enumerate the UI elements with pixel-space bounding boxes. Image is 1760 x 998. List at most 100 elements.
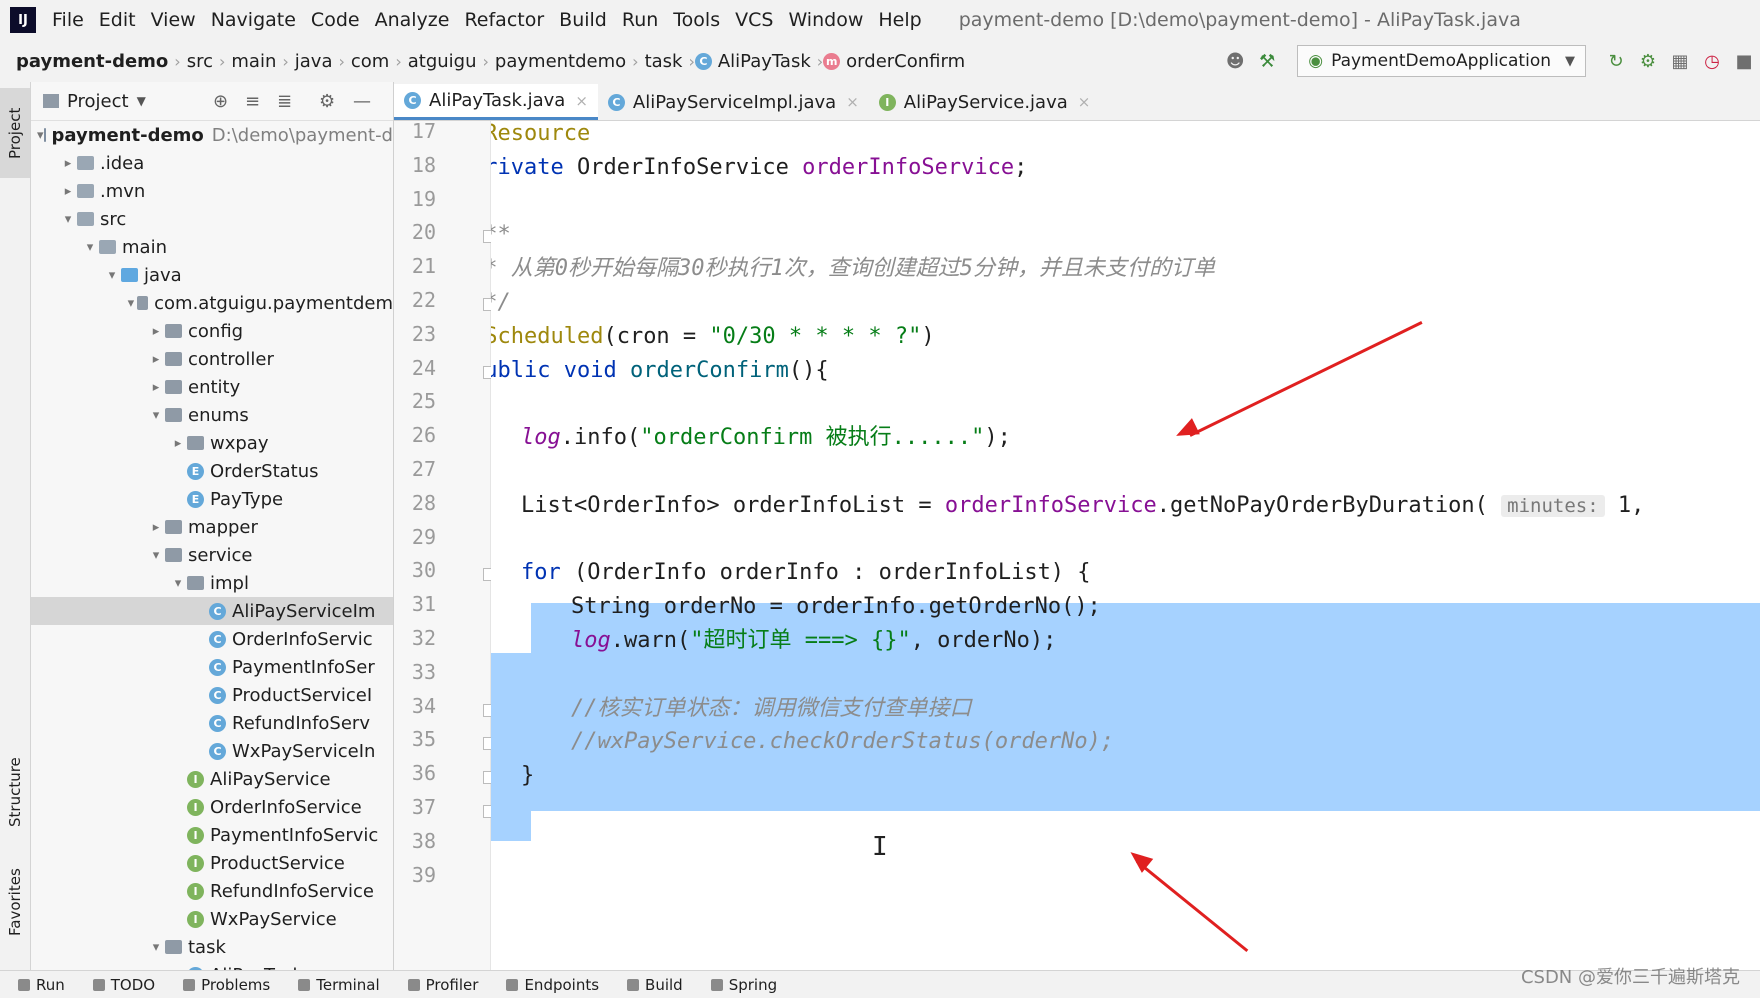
project-panel-title[interactable]: Project bbox=[67, 91, 129, 112]
rerun-icon[interactable]: ↻ bbox=[1606, 51, 1626, 72]
tree-item[interactable]: C PaymentInfoSer bbox=[31, 653, 393, 681]
tree-item[interactable]: E PayType bbox=[31, 485, 393, 513]
side-tab-project[interactable]: Project bbox=[0, 88, 30, 178]
tree-item[interactable]: E OrderStatus bbox=[31, 457, 393, 485]
bottom-tab-problems[interactable]: Problems bbox=[183, 976, 270, 994]
chevron-right-icon[interactable]: ▸ bbox=[147, 324, 165, 339]
chevron-down-icon[interactable]: ▾ bbox=[37, 128, 44, 143]
debug-icon[interactable]: ⚙ bbox=[1638, 51, 1658, 72]
tree-item[interactable]: I WxPayService bbox=[31, 905, 393, 933]
menu-item-build[interactable]: Build bbox=[559, 9, 607, 31]
bottom-tab-endpoints[interactable]: Endpoints bbox=[506, 976, 599, 994]
breadcrumb-item[interactable]: main bbox=[225, 51, 282, 72]
menu-item-vcs[interactable]: VCS bbox=[735, 9, 773, 31]
code-editor[interactable]: @Resource private OrderInfoService orderI… bbox=[491, 121, 1760, 970]
locate-icon[interactable]: ⊕ bbox=[213, 91, 228, 112]
bottom-tab-spring[interactable]: Spring bbox=[710, 976, 777, 994]
chevron-right-icon[interactable]: ▸ bbox=[147, 352, 165, 367]
hammer-icon[interactable]: ⚒ bbox=[1257, 51, 1277, 72]
tree-item[interactable]: I RefundInfoService bbox=[31, 877, 393, 905]
tree-item[interactable]: ▾ impl bbox=[31, 569, 393, 597]
tree-item[interactable]: ▾ payment-demo D:\demo\payment-d bbox=[31, 121, 393, 149]
menu-item-refactor[interactable]: Refactor bbox=[464, 9, 544, 31]
bottom-tab-profiler[interactable]: Profiler bbox=[407, 976, 478, 994]
chevron-down-icon[interactable]: ▾ bbox=[147, 940, 165, 955]
hide-icon[interactable]: — bbox=[353, 91, 371, 112]
chevron-down-icon[interactable]: ▾ bbox=[147, 548, 165, 563]
menu-item-file[interactable]: File bbox=[52, 9, 84, 31]
chevron-down-icon[interactable]: ▾ bbox=[125, 296, 137, 311]
expand-all-icon[interactable]: ≡ bbox=[245, 91, 260, 112]
tree-item[interactable]: ▸ .idea bbox=[31, 149, 393, 177]
breadcrumb-item[interactable]: m orderConfirm bbox=[823, 51, 971, 72]
tree-item[interactable]: ▸ mapper bbox=[31, 513, 393, 541]
user-icon[interactable]: ☻ bbox=[1225, 51, 1245, 72]
side-tab-structure[interactable]: Structure bbox=[0, 742, 30, 842]
collapse-all-icon[interactable]: ≣ bbox=[277, 91, 292, 112]
tree-item[interactable]: ▸ .mvn bbox=[31, 177, 393, 205]
breadcrumb-item[interactable]: C AliPayTask bbox=[694, 51, 817, 72]
tree-item[interactable]: ▾ src bbox=[31, 205, 393, 233]
menu-item-analyze[interactable]: Analyze bbox=[375, 9, 450, 31]
side-tab-favorites[interactable]: Favorites bbox=[0, 852, 30, 952]
chevron-down-icon[interactable]: ▾ bbox=[81, 240, 99, 255]
tree-item[interactable]: ▾ task bbox=[31, 933, 393, 961]
editor-tab[interactable]: I AliPayService.java × bbox=[869, 84, 1101, 120]
tree-item[interactable]: ▸ entity bbox=[31, 373, 393, 401]
bottom-tab-todo[interactable]: TODO bbox=[92, 976, 155, 994]
tree-item[interactable]: ▾ service bbox=[31, 541, 393, 569]
tree-item[interactable]: C WxPayServiceIn bbox=[31, 737, 393, 765]
menu-item-code[interactable]: Code bbox=[311, 9, 360, 31]
coverage-icon[interactable]: ▦ bbox=[1670, 51, 1690, 72]
bottom-tab-terminal[interactable]: Terminal bbox=[298, 976, 380, 994]
close-icon[interactable]: × bbox=[575, 92, 588, 110]
breadcrumb-item[interactable]: com bbox=[345, 51, 395, 72]
menu-item-navigate[interactable]: Navigate bbox=[211, 9, 296, 31]
breadcrumb-item[interactable]: java bbox=[289, 51, 339, 72]
tree-item[interactable]: CAliPayTask bbox=[31, 961, 393, 970]
menu-item-run[interactable]: Run bbox=[622, 9, 658, 31]
tree-item[interactable]: ▸ config bbox=[31, 317, 393, 345]
close-icon[interactable]: × bbox=[1078, 93, 1091, 111]
chevron-right-icon[interactable]: ▸ bbox=[147, 520, 165, 535]
tree-item[interactable]: ▸ wxpay bbox=[31, 429, 393, 457]
tree-item[interactable]: ▾ main bbox=[31, 233, 393, 261]
bottom-tab-build[interactable]: Build bbox=[627, 976, 683, 994]
close-icon[interactable]: × bbox=[846, 93, 859, 111]
tree-item[interactable]: ▾ java bbox=[31, 261, 393, 289]
profile-icon[interactable]: ◷ bbox=[1702, 51, 1722, 72]
tree-item[interactable]: ▸ controller bbox=[31, 345, 393, 373]
breadcrumb-item[interactable]: task bbox=[639, 51, 689, 72]
breadcrumb-item[interactable]: src bbox=[181, 51, 219, 72]
menu-item-tools[interactable]: Tools bbox=[673, 9, 720, 31]
chevron-down-icon[interactable]: ▾ bbox=[59, 212, 77, 227]
tree-item[interactable]: C OrderInfoServic bbox=[31, 625, 393, 653]
tree-item[interactable]: C AliPayServiceIm bbox=[31, 597, 393, 625]
editor-tab[interactable]: C AliPayTask.java × bbox=[394, 84, 598, 120]
editor-tab[interactable]: C AliPayServiceImpl.java × bbox=[598, 84, 869, 120]
chevron-down-icon[interactable]: ▾ bbox=[169, 576, 187, 591]
chevron-down-icon[interactable]: ▾ bbox=[103, 268, 121, 283]
chevron-down-icon[interactable]: ▾ bbox=[147, 408, 165, 423]
menu-item-help[interactable]: Help bbox=[878, 9, 921, 31]
chevron-down-icon[interactable]: ▼ bbox=[137, 94, 146, 108]
tree-item[interactable]: ▾ com.atguigu.paymentdem bbox=[31, 289, 393, 317]
tree-item[interactable]: I PaymentInfoServic bbox=[31, 821, 393, 849]
breadcrumb-item[interactable]: paymentdemo bbox=[489, 51, 632, 72]
chevron-right-icon[interactable]: ▸ bbox=[147, 380, 165, 395]
breadcrumb-item[interactable]: atguigu bbox=[402, 51, 483, 72]
menu-item-edit[interactable]: Edit bbox=[99, 9, 136, 31]
run-config-select[interactable]: ◉ PaymentDemoApplication ▼ bbox=[1297, 45, 1586, 77]
stop-icon[interactable]: ■ bbox=[1734, 51, 1754, 72]
breadcrumb-item[interactable]: payment-demo bbox=[0, 51, 174, 72]
chevron-right-icon[interactable]: ▸ bbox=[169, 436, 187, 451]
tree-item[interactable]: ▾ enums bbox=[31, 401, 393, 429]
menu-item-view[interactable]: View bbox=[151, 9, 196, 31]
tree-item[interactable]: I AliPayService bbox=[31, 765, 393, 793]
gear-icon[interactable]: ⚙ bbox=[319, 91, 335, 112]
chevron-right-icon[interactable]: ▸ bbox=[59, 156, 77, 171]
tree-item[interactable]: I ProductService bbox=[31, 849, 393, 877]
bottom-tab-run[interactable]: Run bbox=[18, 976, 65, 994]
tree-item[interactable]: C RefundInfoServ bbox=[31, 709, 393, 737]
tree-item[interactable]: I OrderInfoService bbox=[31, 793, 393, 821]
